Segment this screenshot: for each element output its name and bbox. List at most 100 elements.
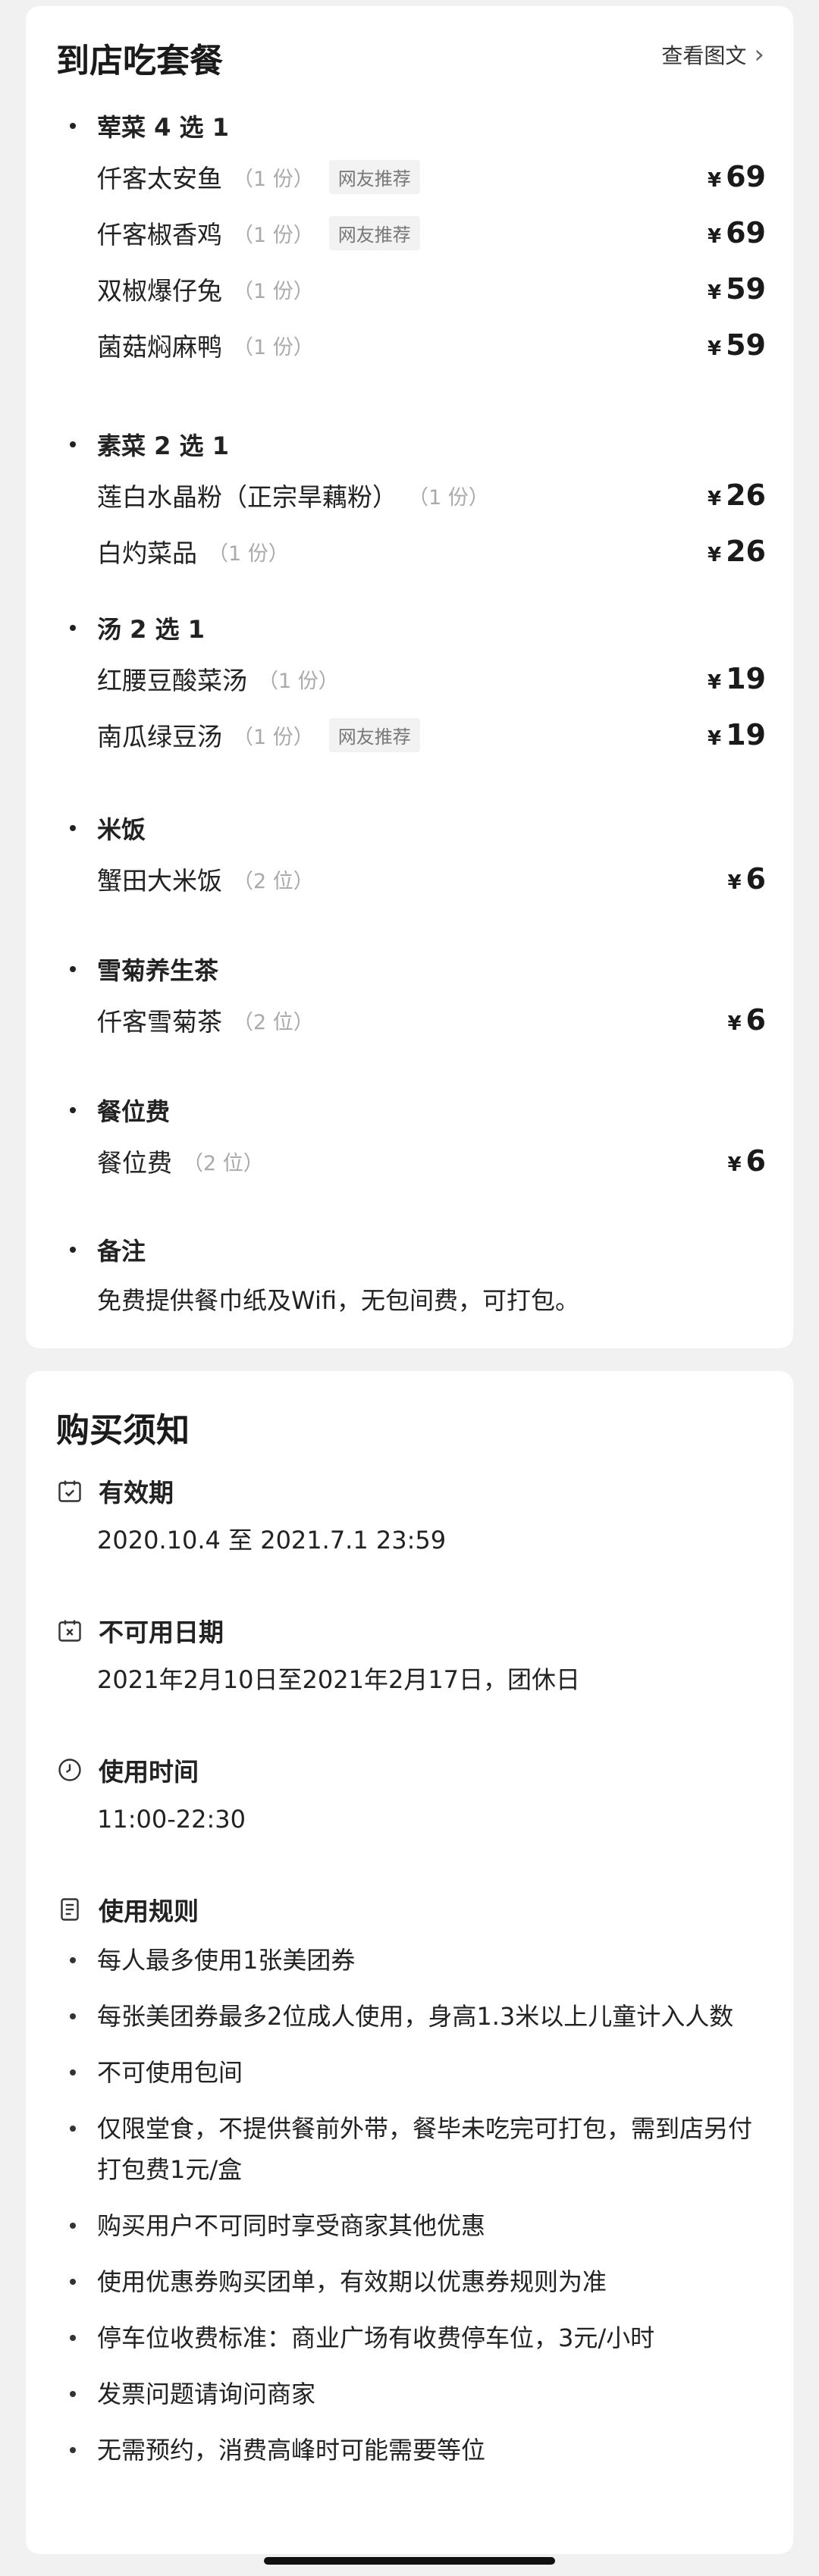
dish-row: 白灼菜品 （1 份） ¥26 [56,523,766,579]
dish-row: 仟客椒香鸡 （1 份） 网友推荐 ¥69 [56,205,766,261]
recommend-tag: 网友推荐 [328,215,420,250]
dish-group-veg: 素菜 2 选 1 莲白水晶粉（正宗旱藕粉） （1 份） ¥26 白灼菜品 （1 … [56,422,766,579]
group-title: 汤 2 选 1 [97,615,205,644]
dish-row: 仟客太安鱼 （1 份） 网友推荐 ¥69 [56,149,766,205]
bullet-dot [70,625,76,631]
dish-price: ¥6 [727,1003,766,1037]
recommend-tag: 网友推荐 [328,159,420,194]
dish-price: ¥19 [708,718,766,751]
chevron-right-icon: › [754,39,764,70]
dish-name: 餐位费 [97,1148,172,1178]
unavailable-dates-section: 不可用日期 2021年2月10日至2021年2月17日，团休日 [56,1608,763,1706]
bullet-dot [70,123,76,129]
dish-price: ¥69 [708,216,766,249]
rule-item: 无需预约，消费高峰时可能需要等位 [56,2430,763,2471]
view-details-link[interactable]: 查看图文 › [661,39,764,70]
dish-group-rice: 米饭 蟹田大米饭 （2 位） ¥6 [56,805,766,907]
dish-price: ¥26 [708,478,766,512]
dish-price: ¥69 [708,160,766,193]
dish-price: ¥6 [727,862,766,896]
usage-rules-title: 使用规则 [99,1897,199,1926]
dish-price: ¥59 [708,272,766,306]
bullet-dot [70,441,76,447]
dish-qty: （2 位） [233,869,314,893]
validity-title: 有效期 [99,1478,174,1508]
bullet-dot [70,825,76,831]
dish-qty: （1 份） [208,541,289,566]
dish-row: 南瓜绿豆汤 （1 份） 网友推荐 ¥19 [56,707,766,763]
group-title: 雪菊养生茶 [97,956,219,985]
purchase-notice-card: 购买须知 有效期 2020.10.4 至 2021.7.1 23:59 不可用日… [26,1371,793,2554]
dish-name: 红腰豆酸菜汤 [97,666,247,695]
rule-item: 购买用户不可同时享受商家其他优惠 [56,2205,763,2246]
usage-time-text: 11:00-22:30 [97,1805,246,1834]
dish-name: 蟹田大米饭 [97,866,222,896]
dish-row: 双椒爆仔兔 （1 份） ¥59 [56,261,766,317]
dish-price: ¥19 [708,662,766,695]
dish-name: 仟客太安鱼 [97,164,222,193]
usage-rules-list: 每人最多使用1张美团券 每张美团券最多2位成人使用，身高1.3米以上儿童计入人数… [56,1940,763,2471]
rule-item: 发票问题请询问商家 [56,2374,763,2414]
home-indicator[interactable] [264,2557,555,2565]
usage-rules-section: 使用规则 每人最多使用1张美团券 每张美团券最多2位成人使用，身高1.3米以上儿… [56,1887,763,2486]
dish-name: 仟客椒香鸡 [97,220,222,249]
rule-item: 每张美团券最多2位成人使用，身高1.3米以上儿童计入人数 [56,1996,763,2037]
bullet-dot [70,1247,76,1253]
dish-name: 白灼菜品 [97,538,197,568]
remark-text: 免费提供餐巾纸及Wifi，无包间费，可打包。 [97,1286,579,1315]
rule-item: 使用优惠券购买团单，有效期以优惠券规则为准 [56,2261,763,2302]
dish-name: 双椒爆仔兔 [97,276,222,306]
rule-item: 停车位收费标准：商业广场有收费停车位，3元/小时 [56,2317,763,2358]
dish-qty: （1 份） [233,279,314,303]
dish-row: 莲白水晶粉（正宗旱藕粉） （1 份） ¥26 [56,467,766,523]
set-menu-card: 到店吃套餐 查看图文 › 荤菜 4 选 1 仟客太安鱼 （1 份） 网友推荐 ¥… [26,6,793,1348]
dish-qty: （1 份） [408,485,489,510]
dish-name: 南瓜绿豆汤 [97,722,222,751]
dish-name: 仟客雪菊茶 [97,1007,222,1037]
validity-section: 有效期 2020.10.4 至 2021.7.1 23:59 [56,1468,763,1567]
remark-section: 备注 免费提供餐巾纸及Wifi，无包间费，可打包。 [56,1227,766,1329]
dish-qty: （1 份） [233,725,314,749]
remark-title: 备注 [97,1237,146,1266]
group-title: 素菜 2 选 1 [97,431,229,460]
dish-row: 菌菇焖麻鸭 （1 份） ¥59 [56,317,766,373]
document-icon [61,1898,79,1921]
rule-item: 不可使用包间 [56,2052,763,2093]
set-menu-title: 到店吃套餐 [56,42,223,80]
dish-qty: （2 位） [183,1151,264,1175]
group-title: 米饭 [97,815,146,844]
view-details-label: 查看图文 [661,43,747,68]
unavailable-title: 不可用日期 [99,1617,224,1647]
calendar-x-icon [58,1620,81,1642]
group-title: 餐位费 [97,1097,171,1126]
dish-qty: （1 份） [233,167,314,191]
dish-row: 红腰豆酸菜汤 （1 份） ¥19 [56,651,766,707]
dish-qty: （1 份） [258,669,339,693]
unavailable-text: 2021年2月10日至2021年2月17日，团休日 [97,1665,581,1694]
dish-price: ¥59 [708,328,766,362]
dish-group-tea: 雪菊养生茶 仟客雪菊茶 （2 位） ¥6 [56,946,766,1048]
clock-icon [58,1759,81,1781]
calendar-check-icon [58,1480,81,1502]
dish-name: 菌菇焖麻鸭 [97,332,222,362]
dish-group-seat-fee: 餐位费 餐位费 （2 位） ¥6 [56,1087,766,1189]
dish-row: 餐位费 （2 位） ¥6 [56,1133,766,1189]
usage-time-section: 使用时间 11:00-22:30 [56,1747,763,1846]
validity-text: 2020.10.4 至 2021.7.1 23:59 [97,1526,447,1555]
dish-qty: （1 份） [233,335,314,359]
recommend-tag: 网友推荐 [328,717,420,752]
notice-title: 购买须知 [56,1411,190,1450]
dish-qty: （2 位） [233,1010,314,1034]
dish-group-meat: 荤菜 4 选 1 仟客太安鱼 （1 份） 网友推荐 ¥69 仟客椒香鸡 （1 份… [56,103,766,373]
dish-price: ¥26 [708,535,766,568]
dish-row: 仟客雪菊茶 （2 位） ¥6 [56,992,766,1048]
dish-group-soup: 汤 2 选 1 红腰豆酸菜汤 （1 份） ¥19 南瓜绿豆汤 （1 份） 网友推… [56,605,766,763]
dish-name: 莲白水晶粉（正宗旱藕粉） [97,482,397,512]
dish-row: 蟹田大米饭 （2 位） ¥6 [56,851,766,907]
usage-time-title: 使用时间 [99,1757,199,1787]
rule-item: 每人最多使用1张美团券 [56,1940,763,1981]
bullet-dot [70,1107,76,1113]
group-title: 荤菜 4 选 1 [97,113,229,142]
rule-item: 仅限堂食，不提供餐前外带，餐毕未吃完可打包，需到店另付打包费1元/盒 [56,2108,763,2190]
bullet-dot [70,966,76,972]
